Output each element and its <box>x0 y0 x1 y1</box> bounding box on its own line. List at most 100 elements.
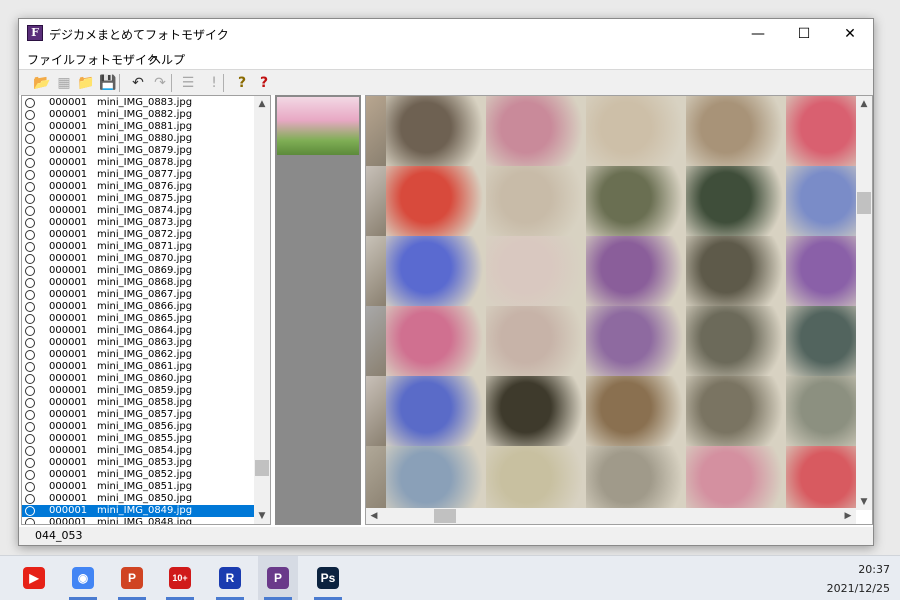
mosaic-tile[interactable] <box>386 446 486 510</box>
scroll-up-icon[interactable]: ▲ <box>254 96 270 112</box>
mosaic-tile[interactable] <box>786 96 856 166</box>
list-item[interactable]: 000001 mini_IMG_0883.jpg <box>22 97 255 109</box>
list-item[interactable]: 000001 mini_IMG_0873.jpg <box>22 217 255 229</box>
radio-icon[interactable] <box>25 338 35 348</box>
mosaic-tile[interactable] <box>786 236 856 306</box>
list-item[interactable]: 000001 mini_IMG_0858.jpg <box>22 397 255 409</box>
list-item[interactable]: 000001 mini_IMG_0850.jpg <box>22 493 255 505</box>
list-item[interactable]: 000001 mini_IMG_0865.jpg <box>22 313 255 325</box>
mosaic-scroll-right-icon[interactable]: ▶ <box>840 508 856 524</box>
mosaic-tile[interactable] <box>586 236 686 306</box>
new-image-icon[interactable]: ▦ <box>55 74 73 92</box>
radio-icon[interactable] <box>25 326 35 336</box>
mosaic-tile[interactable] <box>486 236 586 306</box>
list-item[interactable]: 000001 mini_IMG_0859.jpg <box>22 385 255 397</box>
mosaic-tile[interactable] <box>786 166 856 236</box>
photomosaic-app-icon[interactable]: P <box>258 556 298 600</box>
radio-icon[interactable] <box>25 506 35 516</box>
list-item[interactable]: 000001 mini_IMG_0868.jpg <box>22 277 255 289</box>
mosaic-tile[interactable] <box>486 166 586 236</box>
radio-icon[interactable] <box>25 350 35 360</box>
radio-icon[interactable] <box>25 458 35 468</box>
mosaic-tile[interactable] <box>486 376 586 446</box>
radio-icon[interactable] <box>25 410 35 420</box>
mosaic-scroll-down-icon[interactable]: ▼ <box>856 494 872 510</box>
mosaic-tile[interactable] <box>586 166 686 236</box>
mosaic-scroll-left-icon[interactable]: ◀ <box>366 508 382 524</box>
radio-icon[interactable] <box>25 374 35 384</box>
list-item[interactable]: 000001 mini_IMG_0875.jpg <box>22 193 255 205</box>
list-item[interactable]: 000001 mini_IMG_0860.jpg <box>22 373 255 385</box>
mosaic-horizontal-scrollbar[interactable]: ◀ ▶ <box>366 508 856 524</box>
mosaic-tile[interactable] <box>366 306 386 376</box>
list-item[interactable]: 000001 mini_IMG_0861.jpg <box>22 361 255 373</box>
mosaic-tile[interactable] <box>386 376 486 446</box>
list-item[interactable]: 000001 mini_IMG_0866.jpg <box>22 301 255 313</box>
list-item[interactable]: 000001 mini_IMG_0864.jpg <box>22 325 255 337</box>
settings-list-icon[interactable]: ☰ <box>179 74 197 92</box>
file-list[interactable]: 000001 mini_IMG_0883.jpg 000001 mini_IMG_08… <box>21 95 271 525</box>
scroll-thumb[interactable] <box>255 460 269 476</box>
radio-icon[interactable] <box>25 434 35 444</box>
list-item[interactable]: 000001 mini_IMG_0876.jpg <box>22 181 255 193</box>
scroll-down-icon[interactable]: ▼ <box>254 508 270 524</box>
list-item[interactable]: 000001 mini_IMG_0874.jpg <box>22 205 255 217</box>
exclamation-icon[interactable]: ! <box>205 74 223 92</box>
mosaic-tile[interactable] <box>486 96 586 166</box>
photoshop-icon[interactable]: Ps <box>308 556 348 600</box>
mosaic-tile[interactable] <box>786 306 856 376</box>
radio-icon[interactable] <box>25 254 35 264</box>
list-item[interactable]: 000001 mini_IMG_0848.jpg <box>22 517 255 524</box>
list-item[interactable]: 000001 mini_IMG_0882.jpg <box>22 109 255 121</box>
radio-icon[interactable] <box>25 134 35 144</box>
list-item[interactable]: 000001 mini_IMG_0880.jpg <box>22 133 255 145</box>
undo-icon[interactable]: ↶ <box>129 74 147 92</box>
help-icon[interactable]: ? <box>233 74 251 92</box>
radio-icon[interactable] <box>25 422 35 432</box>
radio-icon[interactable] <box>25 206 35 216</box>
list-item[interactable]: 000001 mini_IMG_0871.jpg <box>22 241 255 253</box>
list-item[interactable]: 000001 mini_IMG_0878.jpg <box>22 157 255 169</box>
mosaic-scroll-up-icon[interactable]: ▲ <box>856 96 872 112</box>
folder-icon[interactable]: 📁 <box>77 74 95 92</box>
mosaic-tile[interactable] <box>786 446 856 510</box>
clock-time[interactable]: 20:37 <box>858 563 890 576</box>
redo-icon[interactable]: ↷ <box>151 74 169 92</box>
list-item[interactable]: 000001 mini_IMG_0877.jpg <box>22 169 255 181</box>
mosaic-tile[interactable] <box>366 166 386 236</box>
r-app-icon[interactable]: R <box>210 556 250 600</box>
radio-icon[interactable] <box>25 494 35 504</box>
list-item[interactable]: 000001 mini_IMG_0852.jpg <box>22 469 255 481</box>
radio-icon[interactable] <box>25 314 35 324</box>
radio-icon[interactable] <box>25 122 35 132</box>
radio-icon[interactable] <box>25 110 35 120</box>
list-item[interactable]: 000001 mini_IMG_0881.jpg <box>22 121 255 133</box>
radio-icon[interactable] <box>25 290 35 300</box>
menu-file[interactable]: ファイル <box>27 51 75 68</box>
radio-icon[interactable] <box>25 386 35 396</box>
radio-icon[interactable] <box>25 482 35 492</box>
radio-icon[interactable] <box>25 470 35 480</box>
radio-icon[interactable] <box>25 302 35 312</box>
mosaic-tile[interactable] <box>366 446 386 510</box>
radio-icon[interactable] <box>25 266 35 276</box>
mosaic-tile[interactable] <box>386 306 486 376</box>
mosaic-tile[interactable] <box>386 96 486 166</box>
chrome-icon[interactable]: ◉ <box>63 556 103 600</box>
radio-icon[interactable] <box>25 230 35 240</box>
list-item[interactable]: 000001 mini_IMG_0851.jpg <box>22 481 255 493</box>
radio-icon[interactable] <box>25 158 35 168</box>
list-item[interactable]: 000001 mini_IMG_0854.jpg <box>22 445 255 457</box>
mosaic-tile[interactable] <box>586 446 686 510</box>
radio-icon[interactable] <box>25 362 35 372</box>
youtube-icon[interactable]: ▶ <box>14 556 54 600</box>
list-item[interactable]: 000001 mini_IMG_0870.jpg <box>22 253 255 265</box>
radio-icon[interactable] <box>25 242 35 252</box>
clock-date[interactable]: 2021/12/25 <box>827 582 890 595</box>
mosaic-tile[interactable] <box>486 446 586 510</box>
file-list-scrollbar[interactable]: ▲ ▼ <box>254 96 270 524</box>
list-item[interactable]: 000001 mini_IMG_0863.jpg <box>22 337 255 349</box>
list-item[interactable]: 000001 mini_IMG_0857.jpg <box>22 409 255 421</box>
mosaic-vscroll-thumb[interactable] <box>857 192 871 214</box>
radio-icon[interactable] <box>25 518 35 524</box>
